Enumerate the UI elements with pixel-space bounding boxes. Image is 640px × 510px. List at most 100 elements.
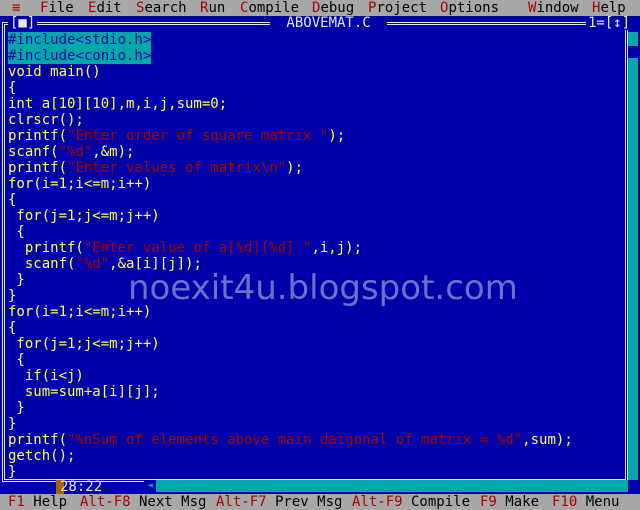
horizontal-scrollbar[interactable]	[144, 480, 628, 492]
hint-label: Make	[496, 494, 540, 510]
code-text: }	[8, 400, 25, 416]
code-text: for(i=1;i<=m;i++)	[8, 176, 152, 192]
hint-label: Next Msg	[130, 494, 207, 510]
code-text: {	[8, 320, 17, 336]
code-line[interactable]: }	[8, 400, 620, 416]
code-line[interactable]: void main()	[8, 64, 620, 80]
code-text: if(i<j)	[8, 368, 84, 384]
code-line[interactable]: printf("%nSum of elements above main dai…	[8, 432, 620, 448]
hint-label: Compile	[402, 494, 471, 510]
hint-key: Alt-F7	[216, 494, 267, 510]
code-line[interactable]: {	[8, 80, 620, 96]
code-line[interactable]: int a[10][10],m,i,j,sum=0;	[8, 96, 620, 112]
code-text: ,sum);	[522, 432, 573, 448]
code-line[interactable]: for(j=1;j<=m;j++)	[8, 336, 620, 352]
code-line[interactable]: sum=sum+a[i][j];	[8, 384, 620, 400]
code-text: sum=sum+a[i][j];	[8, 384, 160, 400]
menu-debug[interactable]: Debug	[312, 0, 354, 16]
menu-window[interactable]: Window	[528, 0, 579, 16]
code-line[interactable]: printf("Enter order of square matrix ");	[8, 128, 620, 144]
menu-file[interactable]: File	[40, 0, 74, 16]
menu-label: elp	[600, 0, 626, 16]
hint-next-msg[interactable]: Alt-F8 Next Msg	[80, 494, 206, 510]
code-line[interactable]: scanf("%d",&m);	[8, 144, 620, 160]
hint-key: Alt-F9	[352, 494, 403, 510]
code-line[interactable]: for(j=1;j<=m;j++)	[8, 208, 620, 224]
code-line[interactable]: {	[8, 352, 620, 368]
code-text: }	[8, 272, 25, 288]
hint-compile[interactable]: Alt-F9 Compile	[352, 494, 470, 510]
hint-make[interactable]: F9 Make	[480, 494, 539, 510]
window-number-zoom-button[interactable]: 1=[↕]	[586, 16, 633, 30]
menu-compile[interactable]: Compile	[240, 0, 299, 16]
code-text: {	[8, 224, 25, 240]
code-line[interactable]: if(i<j)	[8, 368, 620, 384]
code-text: void main()	[8, 64, 101, 80]
string-literal: "%d"	[58, 144, 93, 160]
code-line[interactable]: for(i=1;i<=m;i++)	[8, 176, 620, 192]
menu-edit[interactable]: Edit	[88, 0, 122, 16]
hint-help[interactable]: F1 Help	[8, 494, 67, 510]
code-text: {	[8, 80, 17, 96]
close-window-button[interactable]: [■]	[8, 16, 38, 30]
code-text: ,i,j);	[311, 240, 363, 256]
hint-menu[interactable]: F10 Menu	[552, 494, 619, 510]
code-text: clrscr();	[8, 112, 84, 128]
code-line[interactable]: #include<conio.h>	[8, 48, 620, 64]
code-text: for(j=1;j<=m;j++)	[8, 336, 160, 352]
scroll-left-arrow-icon[interactable]: ◄	[144, 480, 156, 492]
code-text: printf(	[8, 432, 68, 448]
hint-key: F1	[8, 494, 25, 510]
code-line[interactable]: {	[8, 320, 620, 336]
code-line[interactable]: clrscr();	[8, 112, 620, 128]
menu-label: un	[208, 0, 226, 16]
hint-label: Prev Msg	[266, 494, 343, 510]
code-text: {	[8, 352, 25, 368]
code-text: );	[328, 128, 346, 144]
code-text: );	[286, 160, 304, 176]
hint-key: F10	[552, 494, 578, 510]
code-line[interactable]: #include<stdio.h>	[8, 32, 620, 48]
menu-search[interactable]: Search	[136, 0, 187, 16]
hint-key: Alt-F8	[80, 494, 131, 510]
code-line[interactable]: }	[8, 464, 620, 480]
menu-project[interactable]: Project	[368, 0, 427, 16]
hint-prev-msg[interactable]: Alt-F7 Prev Msg	[216, 494, 342, 510]
code-text: printf(	[8, 240, 84, 256]
menu-options[interactable]: Options	[440, 0, 499, 16]
menu-label: roject	[376, 0, 428, 16]
menu-label: ebug	[320, 0, 355, 16]
menu-label: ile	[48, 0, 74, 16]
code-text: printf(	[8, 128, 68, 144]
code-line[interactable]: {	[8, 224, 620, 240]
code-text: scanf(	[8, 144, 59, 160]
code-text: }	[8, 288, 17, 304]
code-line[interactable]: }	[8, 416, 620, 432]
menu-system[interactable]: ≡	[12, 0, 20, 16]
code-area[interactable]: #include<stdio.h> #include<conio.h> void m…	[8, 32, 620, 480]
watermark: noexit4u.blogspot.com	[128, 268, 518, 308]
menu-help[interactable]: Help	[592, 0, 626, 16]
code-text: ,&m);	[92, 144, 135, 160]
code-text: {	[8, 192, 17, 208]
code-text: }	[8, 416, 17, 432]
menu-run[interactable]: Run	[200, 0, 225, 16]
selected-text: #include<conio.h>	[8, 48, 152, 64]
code-line[interactable]: getch();	[8, 448, 620, 464]
menu-hotkey: ≡	[12, 0, 21, 16]
code-text: getch();	[8, 448, 76, 464]
code-line[interactable]: printf("Enter value of a[%d][%d] ",i,j);	[8, 240, 620, 256]
menu-label: dit	[96, 0, 122, 16]
string-literal: "%d"	[75, 256, 110, 272]
selected-text: #include<stdio.h>	[8, 32, 152, 48]
vertical-scroll-thumb[interactable]	[628, 46, 638, 58]
code-text: int a[10][10],m,i,j,sum=0;	[8, 96, 228, 112]
vertical-scrollbar[interactable]	[628, 32, 638, 480]
code-text: printf(	[8, 160, 68, 176]
string-literal: "Enter values of matrix\n"	[67, 160, 287, 176]
code-line[interactable]: {	[8, 192, 620, 208]
code-line[interactable]: printf("Enter values of matrix\n");	[8, 160, 620, 176]
string-literal: "Enter order of square matrix "	[67, 128, 329, 144]
hint-key: F9	[480, 494, 497, 510]
string-literal: "%nSum of elements above main daigonal o…	[67, 432, 523, 448]
